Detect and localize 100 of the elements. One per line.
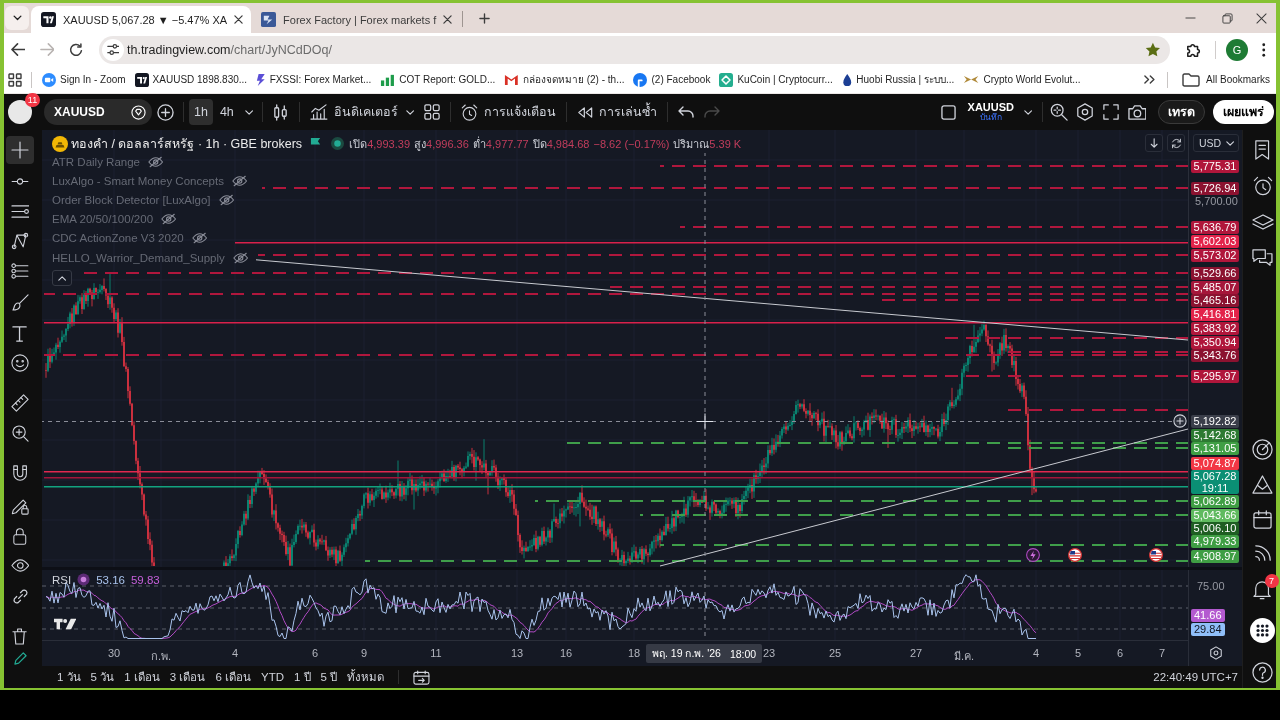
site-info-button[interactable] xyxy=(102,38,124,61)
close-icon[interactable] xyxy=(443,15,453,24)
lightning-icon[interactable] xyxy=(1026,548,1040,562)
calendar-icon[interactable] xyxy=(1253,509,1272,529)
chevron-down-icon[interactable] xyxy=(1023,109,1033,115)
time-range-button[interactable]: 6 เดือน xyxy=(215,668,251,686)
bookmark-item[interactable]: Crypto World Evolut... xyxy=(963,74,1081,85)
bookmark-list-icon[interactable] xyxy=(1254,140,1271,160)
settings-icon[interactable] xyxy=(1076,103,1094,121)
lightning-icon xyxy=(256,72,266,87)
scroll-button[interactable] xyxy=(1145,134,1163,152)
close-icon[interactable] xyxy=(1255,12,1267,24)
gauge-icon[interactable] xyxy=(1252,438,1273,460)
time-range-button[interactable]: 5 ปี xyxy=(320,668,338,686)
symbol-title[interactable]: ทองคำ / ดอลลาร์สหรัฐ · 1h · GBE brokers xyxy=(71,133,303,154)
plus-circle-icon[interactable] xyxy=(156,103,174,121)
double-chevron-icon[interactable] xyxy=(1144,75,1156,84)
restore-icon[interactable] xyxy=(1222,12,1233,24)
time-axis-label: 7 xyxy=(1158,647,1166,659)
interval-button[interactable]: 1h xyxy=(189,99,213,125)
drawing-tool-button[interactable] xyxy=(6,136,34,164)
collapse-button[interactable] xyxy=(52,270,72,287)
bookmark-item[interactable]: FXSSI: Forex Market... xyxy=(256,72,372,87)
grid-icon[interactable] xyxy=(423,104,440,120)
all-bookmarks-button[interactable]: All Bookmarks xyxy=(1182,72,1270,87)
bell-icon[interactable] xyxy=(1253,580,1272,600)
layout-name[interactable]: XAUUSD xyxy=(967,101,1014,114)
timezone-button[interactable]: 22:40:49 UTC+7 xyxy=(1153,671,1238,683)
eye-off-icon[interactable] xyxy=(218,193,234,206)
profile-button[interactable]: G xyxy=(1226,38,1248,61)
time-range-button[interactable]: 5 วัน xyxy=(90,668,115,686)
replay-button[interactable]: การเล่นซ้ำ xyxy=(571,98,663,126)
search-icon[interactable] xyxy=(1050,103,1068,121)
browser-tab[interactable]: XAUUSD 5,067.28 ▼ −5.47% XA xyxy=(31,6,252,33)
bookmark-item[interactable]: กล่องจดหมาย (2) - th... xyxy=(504,72,625,87)
bookmark-item[interactable]: COT Report: GOLD... xyxy=(380,73,496,86)
layers-icon[interactable] xyxy=(1251,214,1274,230)
calendar-icon[interactable] xyxy=(413,669,431,685)
price-label: 5,416.81 xyxy=(1191,307,1239,321)
chevron-down-icon[interactable] xyxy=(244,109,253,115)
link-icon xyxy=(11,587,29,605)
time-axis-label: 16 xyxy=(559,647,573,659)
close-icon[interactable] xyxy=(234,15,244,24)
browser-tab[interactable]: Forex Factory | Forex markets f xyxy=(251,6,461,33)
eye-off-icon[interactable] xyxy=(231,174,248,187)
time-range-button[interactable]: ทั้งหมด xyxy=(347,668,385,686)
undo-icon[interactable] xyxy=(678,106,695,118)
flag-icon[interactable] xyxy=(1068,548,1082,562)
reload-icon[interactable] xyxy=(69,42,83,57)
camera-icon[interactable] xyxy=(1127,104,1147,120)
ohlc-label: เปิด xyxy=(349,136,368,152)
eye-off-icon[interactable] xyxy=(161,213,177,226)
chevron-down-icon[interactable] xyxy=(406,109,415,115)
price-label: 5,062.89 xyxy=(1191,494,1239,508)
auto-scale-button[interactable] xyxy=(1167,134,1185,152)
eye-off-icon[interactable] xyxy=(191,232,208,245)
rsi-scale-label: 75.00 xyxy=(1197,579,1225,593)
symbol-search-button[interactable]: XAUUSD xyxy=(44,99,152,125)
eye-off-icon[interactable] xyxy=(232,251,249,264)
line-tool-icon xyxy=(11,177,29,185)
new-tab-icon[interactable] xyxy=(478,12,490,24)
interval-button[interactable]: 4h xyxy=(214,99,239,125)
indicator-name[interactable]: RSI xyxy=(52,573,72,586)
alarm-clock-icon[interactable] xyxy=(1252,176,1273,196)
price-label: 5,726.94 xyxy=(1191,181,1239,195)
bookmark-item[interactable]: (2) Facebook xyxy=(633,72,711,87)
trade-button[interactable]: เทรด xyxy=(1158,100,1205,124)
triangle-icon[interactable] xyxy=(1252,474,1273,494)
currency-dropdown[interactable]: USD xyxy=(1193,134,1239,152)
time-range-button[interactable]: 3 เดือน xyxy=(169,668,206,686)
text-tool-icon xyxy=(12,324,28,342)
rss-icon[interactable] xyxy=(1253,544,1272,562)
settings-icon[interactable] xyxy=(1208,646,1223,660)
puzzle-icon[interactable] xyxy=(1186,41,1202,58)
help-icon[interactable] xyxy=(1252,661,1273,683)
address-bar[interactable]: th.tradingview.com/chart/JyNCdDOq/ xyxy=(99,35,1170,64)
eye-off-icon[interactable] xyxy=(148,155,164,168)
apps-grid-icon[interactable] xyxy=(8,72,22,87)
bookmark-item[interactable]: Sign In - Zoom xyxy=(42,72,126,87)
bookmark-item[interactable]: XAUUSD 1898.830... xyxy=(134,72,248,87)
time-range-button[interactable]: YTD xyxy=(260,671,284,683)
apps-icon[interactable] xyxy=(1250,617,1275,643)
chat-icon[interactable] xyxy=(1252,248,1273,268)
time-range-button[interactable]: 1 ปี xyxy=(293,668,311,686)
candles-icon[interactable] xyxy=(272,103,290,121)
publish-button[interactable]: เผยแพร่ xyxy=(1213,100,1274,124)
star-icon[interactable] xyxy=(1145,42,1161,57)
fullscreen-icon[interactable] xyxy=(1103,104,1119,120)
bookmark-item[interactable]: Huobi Russia | ระบบ... xyxy=(841,72,955,87)
time-range-button[interactable]: 1 วัน xyxy=(57,668,81,686)
plus-circle-icon[interactable] xyxy=(1173,414,1187,428)
back-arrow-icon[interactable] xyxy=(10,43,26,56)
square-icon[interactable] xyxy=(941,104,957,120)
flag-icon[interactable] xyxy=(1149,548,1163,562)
time-range-button[interactable]: 1 เดือน xyxy=(124,668,160,686)
indicators-button[interactable]: อินดิเคเตอร์ xyxy=(304,98,403,126)
bookmark-item[interactable]: KuCoin | Cryptocurr... xyxy=(719,72,833,87)
menu-icon[interactable] xyxy=(1262,42,1266,57)
alarm-clock-icon xyxy=(460,103,478,121)
alerts-button[interactable]: การแจ้งเตือน xyxy=(455,98,561,126)
